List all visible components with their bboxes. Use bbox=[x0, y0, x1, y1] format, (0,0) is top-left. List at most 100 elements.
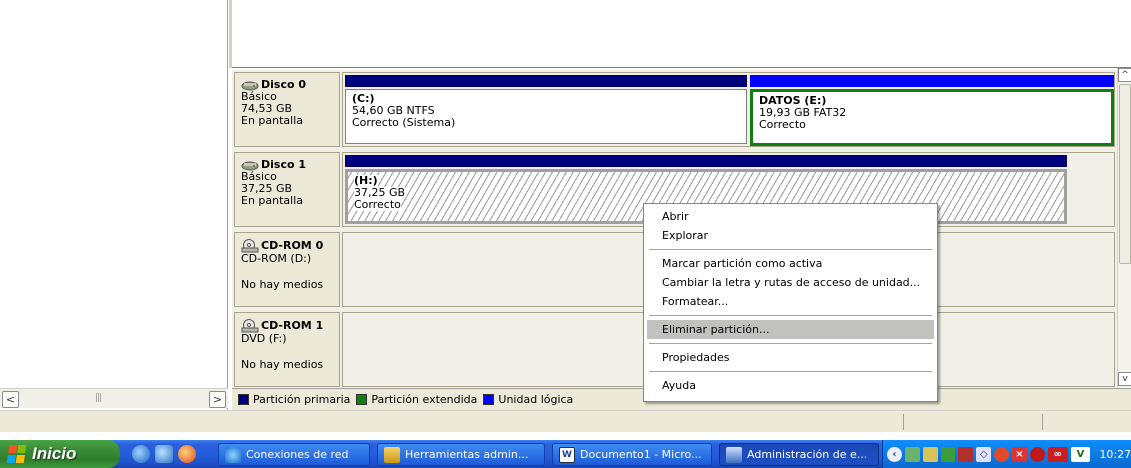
chevron-left-icon: < bbox=[5, 393, 16, 406]
cdrom-status: No hay medios bbox=[241, 358, 324, 371]
task-label: Documento1 - Micro... bbox=[580, 448, 702, 461]
quick-launch bbox=[132, 445, 196, 463]
disk-partitions-area: (C:) 54,60 GB NTFS Correcto (Sistema) DA… bbox=[342, 72, 1115, 147]
tray-expand-icon[interactable]: ‹ bbox=[887, 446, 902, 462]
menu-item-format[interactable]: Formatear... bbox=[647, 292, 934, 311]
logical-drive-swatch bbox=[483, 394, 495, 405]
scroll-thumb[interactable] bbox=[1119, 84, 1131, 264]
tray-antivirus-icon[interactable]: ∞ bbox=[1047, 446, 1068, 462]
menu-item-open[interactable]: Abrir bbox=[647, 207, 934, 226]
cdrom-label[interactable]: CD-ROM 1 DVD (F:) No hay medios bbox=[234, 312, 340, 387]
partition-status: Correcto bbox=[759, 118, 806, 131]
menu-item-explore[interactable]: Explorar bbox=[647, 226, 934, 245]
chevron-up-icon: ^ bbox=[1121, 70, 1129, 80]
menu-separator bbox=[649, 343, 932, 344]
disk-icon bbox=[241, 81, 259, 90]
status-cell bbox=[903, 414, 904, 430]
disk-row: Disco 0 Básico 74,53 GB En pantalla (C:)… bbox=[232, 70, 1117, 150]
task-label: Conexiones de red bbox=[246, 448, 349, 461]
cdrom-drive: DVD (F:) bbox=[241, 332, 287, 345]
scroll-left-button[interactable]: < bbox=[2, 391, 19, 408]
windows-logo-icon bbox=[6, 445, 28, 463]
volume-list-pane[interactable] bbox=[229, 0, 1131, 68]
tray-volume-icon[interactable]: V bbox=[1070, 446, 1091, 462]
logical-drive-bar bbox=[750, 75, 1114, 87]
word-icon: W bbox=[559, 446, 575, 463]
cdrom-name-line: CD-ROM 1 bbox=[241, 319, 339, 333]
taskbar: Inicio Conexiones de red Herramientas ad… bbox=[0, 440, 1131, 468]
network-icon bbox=[225, 446, 241, 463]
computer-management-icon bbox=[726, 446, 742, 463]
menu-item-properties[interactable]: Propiedades bbox=[647, 348, 934, 367]
menu-item-help[interactable]: Ayuda bbox=[647, 376, 934, 395]
menu-separator bbox=[649, 315, 932, 316]
cdrom-name: CD-ROM 0 bbox=[261, 239, 324, 252]
tray-security-icon[interactable] bbox=[994, 446, 1010, 462]
partition-body: (C:) 54,60 GB NTFS Correcto (Sistema) bbox=[345, 89, 747, 144]
tray-app-icon[interactable] bbox=[904, 446, 920, 462]
task-label: Herramientas admin... bbox=[405, 448, 529, 461]
partition-detail: 19,93 GB FAT32 bbox=[759, 106, 847, 119]
task-label: Administración de e... bbox=[747, 448, 868, 461]
status-cell bbox=[1042, 414, 1043, 430]
scroll-up-button[interactable]: ^ bbox=[1118, 68, 1131, 82]
menu-item-mark-active[interactable]: Marcar partición como activa bbox=[647, 254, 934, 273]
desktop-icon[interactable] bbox=[155, 445, 173, 463]
task-computer-management[interactable]: Administración de e... bbox=[719, 443, 879, 466]
primary-partition-bar bbox=[345, 75, 747, 87]
task-network-connections[interactable]: Conexiones de red bbox=[218, 443, 370, 466]
cdrom-status: No hay medios bbox=[241, 278, 324, 291]
media-icon[interactable] bbox=[178, 445, 196, 463]
partition-context-menu: Abrir Explorar Marcar partición como act… bbox=[643, 203, 938, 402]
legend-primary: Partición primaria bbox=[253, 393, 351, 406]
disk-status: En pantalla bbox=[241, 194, 304, 207]
menu-separator bbox=[649, 371, 932, 372]
primary-partition-bar bbox=[345, 155, 1067, 167]
scroll-grip: ||| bbox=[95, 393, 102, 403]
cdrom-icon bbox=[241, 319, 259, 333]
start-button[interactable]: Inicio bbox=[0, 440, 120, 468]
chevron-right-icon: > bbox=[212, 393, 223, 406]
start-label: Inicio bbox=[32, 444, 77, 463]
menu-item-change-drive-letter[interactable]: Cambiar la letra y rutas de acceso de un… bbox=[647, 273, 934, 292]
task-word-document[interactable]: W Documento1 - Micro... bbox=[552, 443, 712, 466]
scroll-right-button[interactable]: > bbox=[209, 391, 226, 408]
clock[interactable]: 10:27 bbox=[1099, 448, 1131, 461]
menu-item-delete-partition[interactable]: Eliminar partición... bbox=[647, 320, 934, 339]
cdrom-drive: CD-ROM (D:) bbox=[241, 252, 312, 265]
tray-app-icon[interactable]: ◇ bbox=[976, 446, 992, 462]
ie-icon[interactable] bbox=[132, 445, 150, 463]
tray-signal-icon[interactable] bbox=[940, 446, 956, 462]
system-tray: ‹ ◇ × ∞ V 10:27 bbox=[882, 440, 1131, 468]
partition-status: Correcto bbox=[354, 198, 401, 211]
tree-horizontal-scrollbar[interactable]: < ||| > bbox=[0, 388, 228, 408]
disk-status: En pantalla bbox=[241, 114, 304, 127]
pane-splitter[interactable] bbox=[229, 0, 232, 68]
cdrom-label[interactable]: CD-ROM 0 CD-ROM (D:) No hay medios bbox=[234, 232, 340, 307]
cdrom-name-line: CD-ROM 0 bbox=[241, 239, 339, 253]
partition-body: DATOS (E:) 19,93 GB FAT32 Correcto bbox=[750, 89, 1114, 146]
disk-label[interactable]: Disco 1 Básico 37,25 GB En pantalla bbox=[234, 152, 340, 227]
cdrom-icon bbox=[241, 239, 259, 253]
partition-c[interactable]: (C:) 54,60 GB NTFS Correcto (Sistema) bbox=[345, 75, 747, 144]
tray-app-icon[interactable] bbox=[922, 446, 938, 462]
console-tree-pane[interactable] bbox=[0, 0, 228, 410]
tray-app-icon[interactable]: × bbox=[1012, 446, 1027, 462]
tray-shield-icon[interactable] bbox=[1029, 446, 1045, 462]
task-admin-tools[interactable]: Herramientas admin... bbox=[377, 443, 545, 466]
primary-partition-swatch bbox=[238, 394, 249, 405]
cdrom-name: CD-ROM 1 bbox=[261, 319, 324, 332]
menu-separator bbox=[649, 249, 932, 250]
tray-app-icon[interactable] bbox=[958, 446, 974, 462]
disk-view-vertical-scrollbar[interactable]: ^ v bbox=[1117, 68, 1131, 388]
extended-partition-swatch bbox=[356, 394, 368, 405]
legend-extended: Partición extendida bbox=[371, 393, 478, 406]
disk-icon bbox=[241, 161, 259, 170]
disk-label[interactable]: Disco 0 Básico 74,53 GB En pantalla bbox=[234, 72, 340, 147]
scroll-down-button[interactable]: v bbox=[1118, 372, 1131, 386]
partition-e-selected[interactable]: DATOS (E:) 19,93 GB FAT32 Correcto bbox=[750, 75, 1114, 146]
legend-logical: Unidad lógica bbox=[498, 393, 574, 406]
status-bar bbox=[0, 410, 1131, 432]
tools-icon bbox=[384, 446, 400, 463]
partition-status: Correcto (Sistema) bbox=[352, 116, 456, 129]
